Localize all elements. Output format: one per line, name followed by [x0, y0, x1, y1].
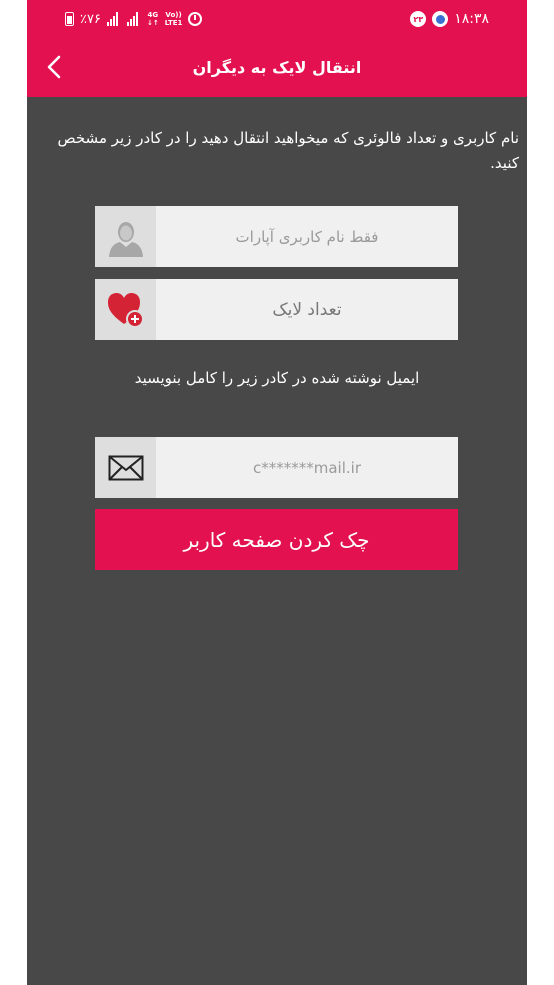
status-bar: ٪۷۶ 4G ↓↑ Vo)) LTE1 ۲۳ ۱۸:۳۸ [27, 0, 527, 38]
check-user-page-button[interactable]: چک کردن صفحه کاربر [95, 509, 458, 570]
chevron-left-icon [47, 55, 61, 79]
envelope-icon [95, 437, 156, 498]
app-screen: ٪۷۶ 4G ↓↑ Vo)) LTE1 ۲۳ ۱۸:۳۸ انتقال لایک ب… [27, 0, 527, 985]
toolbar: انتقال لایک به دیگران [27, 38, 527, 97]
user-avatar-icon [95, 206, 156, 267]
page-title: انتقال لایک به دیگران [192, 58, 362, 77]
signal-icon [126, 12, 141, 26]
app-notification-icon [432, 11, 449, 27]
alarm-icon [188, 12, 203, 26]
volte-label: Vo)) [165, 11, 182, 19]
username-input[interactable] [156, 206, 458, 267]
network-bottom: LTE1 [164, 19, 183, 27]
network-top: 4G [147, 11, 159, 19]
network-arrows-icon: ↓↑ [146, 19, 159, 27]
likes-input[interactable] [156, 279, 458, 340]
volte-indicator: Vo)) LTE1 [165, 11, 183, 27]
back-button[interactable] [39, 52, 69, 82]
status-left: ٪۷۶ 4G ↓↑ Vo)) LTE1 [65, 10, 203, 28]
email-field [95, 437, 458, 498]
clock: ۱۸:۳۸ [454, 11, 489, 27]
battery-icon [65, 12, 74, 26]
notification-badge: ۲۳ [410, 11, 427, 27]
likes-field [95, 279, 458, 340]
battery-level: ٪۷۶ [80, 11, 101, 27]
network-type: 4G ↓↑ [147, 11, 159, 27]
email-input[interactable] [156, 437, 458, 498]
signal-icon [106, 12, 121, 26]
email-note: ایمیل نوشته شده در کادر زیر را کامل بنوی… [134, 369, 420, 387]
intro-text: نام کاربری و تعداد فالوئری که میخواهید ا… [57, 129, 520, 172]
status-right: ۲۳ ۱۸:۳۸ [410, 10, 489, 28]
username-field [95, 206, 458, 267]
heart-plus-icon [95, 279, 156, 340]
